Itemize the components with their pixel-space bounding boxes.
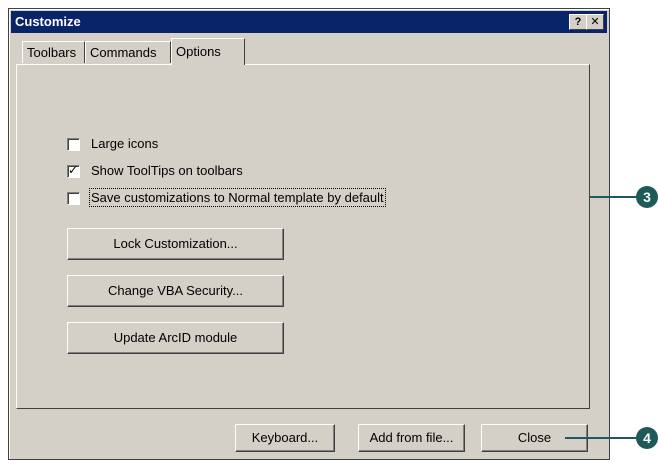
large-icons-checkbox[interactable] bbox=[67, 138, 80, 151]
tab-commands[interactable]: Commands bbox=[85, 41, 171, 63]
callout-4-leader-line bbox=[565, 437, 640, 439]
help-button[interactable]: ? bbox=[569, 14, 587, 30]
dialog-title: Customize bbox=[15, 14, 81, 29]
checkmark-icon: ✓ bbox=[68, 163, 79, 177]
save-customizations-checkbox[interactable] bbox=[67, 192, 80, 205]
callout-3-badge: 3 bbox=[636, 186, 658, 208]
save-customizations-label: Save customizations to Normal template b… bbox=[89, 188, 386, 207]
lock-customization-button[interactable]: Lock Customization... bbox=[67, 228, 284, 260]
tab-options[interactable]: Options bbox=[171, 38, 245, 65]
keyboard-button[interactable]: Keyboard... bbox=[235, 424, 335, 452]
show-tooltips-checkbox[interactable]: ✓ bbox=[67, 163, 80, 178]
tab-toolbars[interactable]: Toolbars bbox=[22, 41, 85, 63]
change-vba-security-button[interactable]: Change VBA Security... bbox=[67, 275, 284, 307]
title-bar[interactable]: Customize ? ✕ bbox=[11, 11, 607, 33]
update-arcid-module-button[interactable]: Update ArcID module bbox=[67, 322, 284, 354]
close-window-button[interactable]: ✕ bbox=[586, 14, 604, 30]
large-icons-label: Large icons bbox=[91, 136, 159, 151]
add-from-file-button[interactable]: Add from file... bbox=[358, 424, 465, 452]
callout-4-badge: 4 bbox=[636, 427, 658, 449]
show-tooltips-label: Show ToolTips on toolbars bbox=[91, 163, 243, 178]
